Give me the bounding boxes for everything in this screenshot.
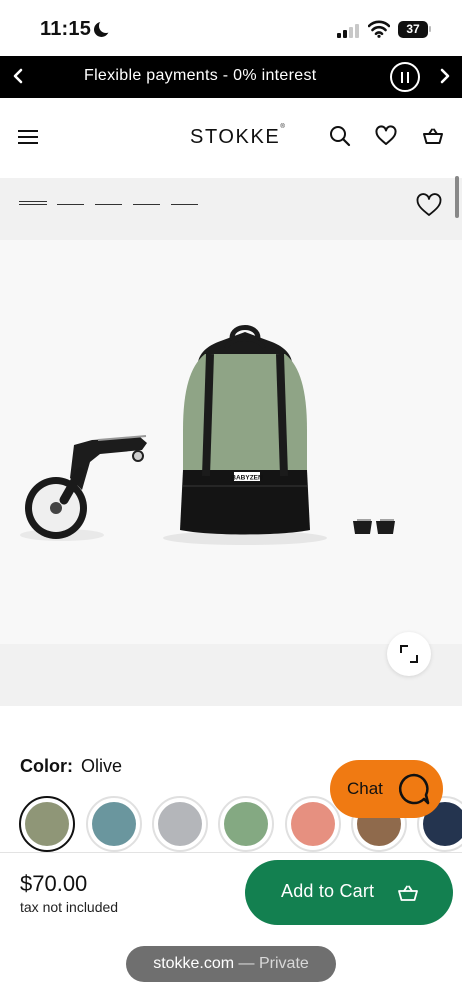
- swatch-fill: [92, 802, 136, 846]
- product-illustration: BABYZEN: [20, 325, 395, 545]
- heart-icon[interactable]: [415, 192, 443, 218]
- search-icon[interactable]: [328, 124, 352, 148]
- status-time: 11:15: [40, 18, 92, 40]
- breadcrumb-placeholder: [133, 204, 160, 205]
- cellular-signal-icon: [337, 24, 363, 38]
- tax-note: tax not included: [20, 899, 119, 915]
- expand-icon: [400, 645, 418, 663]
- wheel-illustration: [20, 435, 147, 541]
- wifi-icon: [368, 20, 390, 38]
- product-price: $70.00: [20, 871, 88, 896]
- color-label: Color: Olive: [20, 756, 122, 777]
- hamburger-menu-icon[interactable]: [18, 128, 40, 146]
- breadcrumb-placeholder: [19, 204, 47, 205]
- add-to-cart-label: Add to Cart: [281, 881, 375, 901]
- basket-icon[interactable]: [421, 124, 445, 148]
- chevron-left-icon[interactable]: [10, 64, 26, 88]
- chevron-right-icon[interactable]: [437, 64, 453, 88]
- chat-bubble-icon: [398, 773, 430, 805]
- site-header: STOKKE®: [0, 98, 462, 178]
- status-bar: 11:15 37: [0, 0, 462, 56]
- product-image[interactable]: BABYZEN: [0, 240, 462, 644]
- swatch-fill: [224, 802, 268, 846]
- chat-label: Chat: [347, 779, 383, 798]
- color-swatch[interactable]: [152, 796, 208, 852]
- breadcrumb-placeholder: [19, 201, 47, 202]
- browser-url-pill[interactable]: stokke.com — Private: [126, 946, 336, 982]
- pause-icon[interactable]: [390, 62, 420, 92]
- url-domain: stokke.com: [153, 955, 235, 972]
- expand-image-button[interactable]: [387, 632, 431, 676]
- bag-brand-label: BABYZEN: [231, 475, 263, 482]
- page-scrollbar[interactable]: [455, 176, 459, 218]
- selected-color-name: Olive: [81, 756, 123, 776]
- breadcrumb-placeholder: [95, 204, 122, 205]
- battery-tip: [429, 26, 431, 32]
- color-swatch[interactable]: [86, 796, 142, 852]
- color-swatch-olive[interactable]: [19, 796, 75, 852]
- moon-icon: [94, 19, 113, 37]
- bag-illustration: BABYZEN: [163, 325, 327, 545]
- color-swatch[interactable]: [218, 796, 274, 852]
- basket-icon: [398, 885, 418, 901]
- logo-text: STOKKE: [190, 126, 281, 148]
- battery-indicator: 37: [398, 21, 428, 38]
- breadcrumb-placeholder: [57, 204, 84, 205]
- chat-button[interactable]: Chat: [330, 760, 443, 818]
- adapter-clips-illustration: [353, 519, 395, 534]
- promo-text: Flexible payments - 0% interest: [84, 67, 317, 84]
- color-label-prefix: Color:: [20, 756, 73, 776]
- browsing-mode: — Private: [234, 955, 309, 972]
- promo-banner: Flexible payments - 0% interest: [0, 56, 462, 98]
- swatch-fill: [25, 802, 69, 846]
- stokke-logo[interactable]: STOKKE®: [190, 124, 287, 149]
- color-swatch[interactable]: [285, 796, 341, 852]
- swatch-fill: [291, 802, 335, 846]
- add-to-cart-button[interactable]: Add to Cart: [245, 860, 453, 925]
- breadcrumb: [0, 178, 462, 240]
- heart-icon[interactable]: [374, 124, 398, 148]
- breadcrumb-placeholder: [171, 204, 198, 205]
- registered-mark: ®: [280, 124, 287, 130]
- swatch-fill: [158, 802, 202, 846]
